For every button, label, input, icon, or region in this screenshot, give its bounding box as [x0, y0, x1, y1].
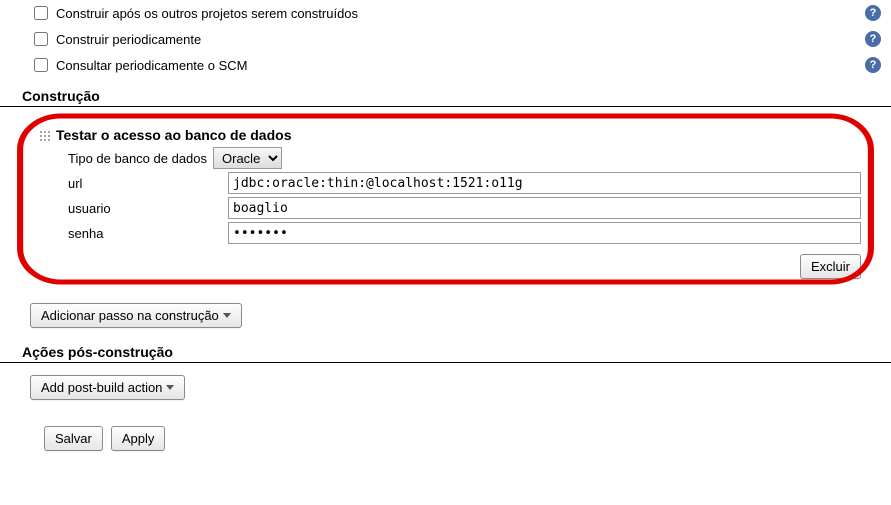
trigger-poll-scm-label: Consultar periodicamente o SCM: [56, 58, 865, 73]
db-url-label: url: [38, 176, 228, 191]
db-user-label: usuario: [38, 201, 228, 216]
help-icon[interactable]: ?: [865, 5, 881, 21]
help-icon[interactable]: ?: [865, 31, 881, 47]
db-user-input[interactable]: [228, 197, 861, 219]
db-step-title: Testar o acesso ao banco de dados: [56, 127, 291, 143]
apply-button[interactable]: Apply: [111, 426, 166, 451]
trigger-build-after-checkbox[interactable]: [34, 6, 48, 20]
db-password-input[interactable]: [228, 222, 861, 244]
chevron-down-icon: [166, 385, 174, 390]
drag-handle-icon[interactable]: [38, 129, 50, 141]
delete-step-button[interactable]: Excluir: [800, 254, 861, 279]
db-test-step-container: Testar o acesso ao banco de dados Tipo d…: [18, 113, 881, 289]
help-icon[interactable]: ?: [865, 57, 881, 73]
add-build-step-button[interactable]: Adicionar passo na construção: [30, 303, 242, 328]
section-build-header: Construção: [0, 84, 891, 107]
db-url-input[interactable]: [228, 172, 861, 194]
section-post-build-header: Ações pós-construção: [0, 340, 891, 363]
chevron-down-icon: [223, 313, 231, 318]
db-type-select[interactable]: Oracle: [213, 147, 282, 169]
trigger-build-periodic-label: Construir periodicamente: [56, 32, 865, 47]
add-post-build-action-button[interactable]: Add post-build action: [30, 375, 185, 400]
db-password-label: senha: [38, 226, 228, 241]
trigger-poll-scm-checkbox[interactable]: [34, 58, 48, 72]
trigger-build-periodic-checkbox[interactable]: [34, 32, 48, 46]
db-type-label: Tipo de banco de dados: [38, 151, 207, 166]
save-button[interactable]: Salvar: [44, 426, 103, 451]
trigger-build-after-label: Construir após os outros projetos serem …: [56, 6, 865, 21]
